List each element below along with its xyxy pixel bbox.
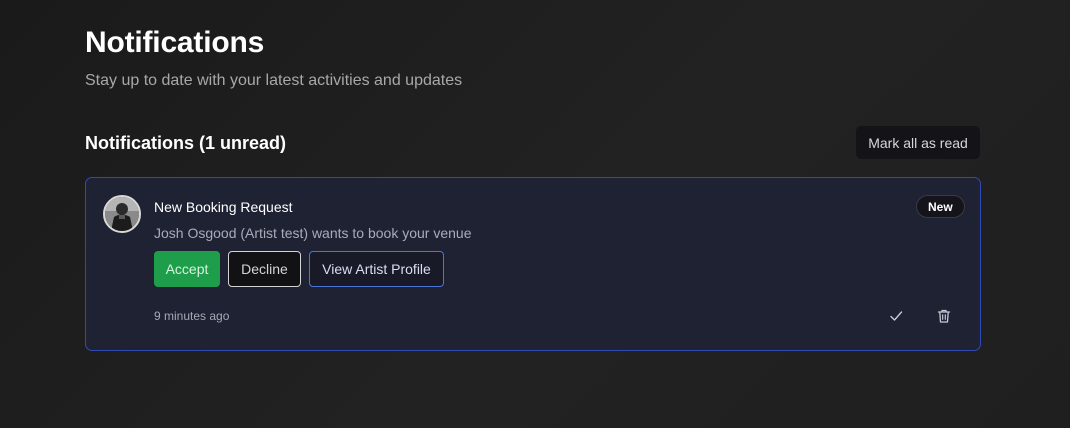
page-subtitle: Stay up to date with your latest activit… [85, 72, 463, 89]
notification-timestamp: 9 minutes ago [154, 309, 230, 323]
notifications-page: Notifications Stay up to date with your … [0, 0, 1070, 428]
new-badge: New [916, 195, 965, 218]
trash-icon [937, 309, 951, 323]
notifications-count-heading: Notifications (1 unread) [85, 133, 287, 153]
check-icon [890, 311, 903, 321]
accept-button[interactable]: Accept [154, 251, 220, 287]
notification-card: New Booking Request New Josh Osgood (Art… [85, 177, 981, 351]
view-artist-profile-button[interactable]: View Artist Profile [309, 251, 444, 287]
notification-title: New Booking Request [154, 199, 293, 215]
avatar[interactable] [103, 195, 141, 233]
notification-message: Josh Osgood (Artist test) wants to book … [154, 225, 472, 241]
decline-button[interactable]: Decline [228, 251, 301, 287]
delete-notification-button[interactable] [933, 305, 955, 327]
mark-all-as-read-button[interactable]: Mark all as read [856, 126, 980, 159]
mark-as-read-button[interactable] [885, 305, 907, 327]
artist-photo [105, 197, 139, 231]
page-title: Notifications [85, 26, 265, 59]
notification-actions: Accept Decline View Artist Profile [154, 251, 444, 287]
